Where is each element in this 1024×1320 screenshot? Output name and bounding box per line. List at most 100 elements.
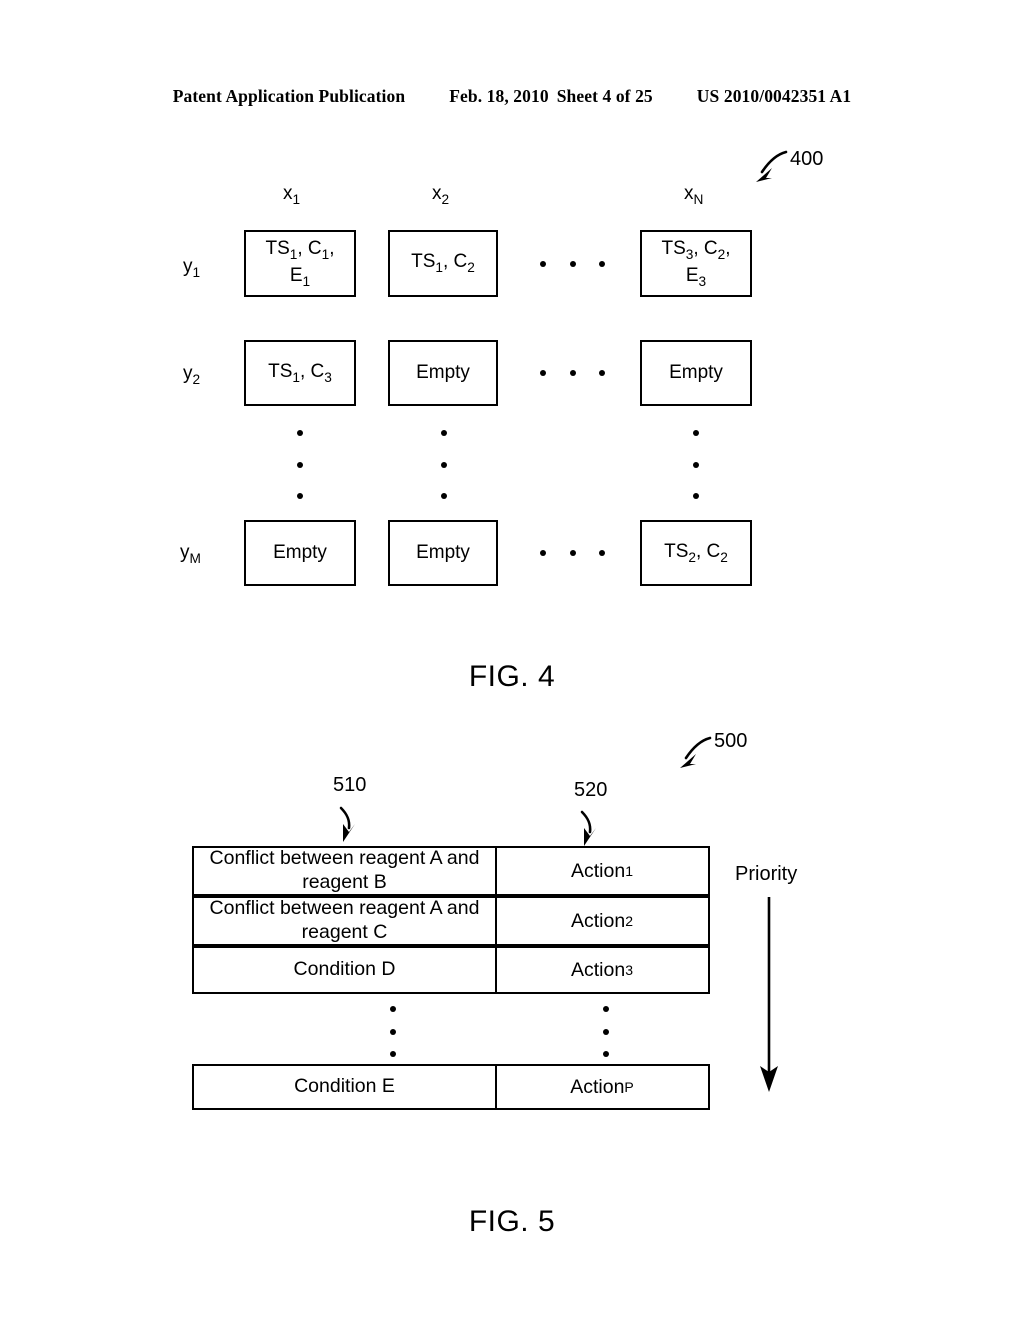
cell-text: TS (411, 251, 436, 273)
figure5-condition-cell-1: Conflict between reagent A and reagent B (194, 847, 497, 894)
figure5-action-cell-1: Action 1 (497, 848, 707, 894)
figure4-ellipsis-dot (570, 261, 576, 267)
figure5-condition-cell-2: Conflict between reagent A and reagent C (194, 897, 497, 944)
figure4-column-label-x1: x1 (283, 183, 300, 207)
figure4-vertical-ellipsis-dot (441, 493, 447, 499)
figure4-ellipsis-dot (540, 261, 546, 267)
action-sub: 3 (625, 962, 633, 978)
figure5-priority-arrow (760, 897, 778, 1092)
patent-number: US 2010/0042351 A1 (696, 86, 852, 106)
figure4-ellipsis-dot (599, 261, 605, 267)
figure4-cell-y1-xn: TS3, C2, E3 (640, 230, 752, 297)
action-label: Action (570, 958, 626, 981)
figure4-ellipsis-dot (570, 370, 576, 376)
figure4-cell-ym-x2-label: Empty (416, 541, 470, 563)
figure5-table-row-last: Condition E Action P (192, 1064, 710, 1110)
cell-text: , C (696, 540, 721, 562)
cell-text: TS (661, 238, 686, 260)
row-y2-base: y (183, 363, 193, 384)
publication-title: Patent Application Publication (172, 86, 406, 106)
cell-text: E (685, 264, 699, 286)
action-label: Action (570, 909, 626, 932)
figure5-table-row-2: Conflict between reagent A and reagent C… (192, 896, 710, 946)
figure5-vertical-ellipsis-dot (390, 1029, 396, 1035)
figure5-reference-number: 500 (714, 730, 748, 752)
col-xn-sub: N (693, 191, 704, 207)
figure4-cell-y1-xn-content: TS3, C2, E3 (661, 237, 730, 290)
sheet-number: Sheet 4 of 25 (556, 86, 653, 106)
figure4-ellipsis-dot (570, 550, 576, 556)
cell-sub: 2 (720, 549, 728, 565)
figure4-cell-y2-xn: Empty (640, 340, 752, 406)
cell-text: , (329, 238, 335, 260)
figure5-caption: FIG. 5 (468, 1205, 556, 1238)
figure4-vertical-ellipsis-dot (693, 493, 699, 499)
page-header: Patent Application Publication Feb. 18, … (0, 86, 1024, 107)
figure5-table-row-1: Conflict between reagent A and reagent B… (192, 846, 710, 896)
figure5-vertical-ellipsis-dot (603, 1051, 609, 1057)
figure4-row-label-ym: yM (180, 542, 201, 566)
cell-text: E (289, 264, 303, 286)
action-label: Action (570, 1075, 625, 1098)
cell-sub: 1 (302, 273, 311, 289)
figure5-action-column-leader-arrow (580, 810, 596, 846)
figure4-vertical-ellipsis-dot (693, 430, 699, 436)
cell-text: TS (268, 360, 293, 382)
figure4-cell-ym-x1: Empty (244, 520, 356, 586)
col-x1-base: x (283, 183, 293, 204)
figure5-action-cell-3: Action 3 (497, 948, 707, 992)
row-y1-base: y (183, 256, 193, 277)
col-x2-base: x (432, 183, 442, 204)
figure4-column-label-x2: x2 (432, 183, 449, 207)
figure4-ellipsis-dot (540, 550, 546, 556)
figure5-vertical-ellipsis-dot (603, 1029, 609, 1035)
cell-text: , C (443, 251, 468, 273)
figure4-row-label-y1: y1 (183, 256, 200, 280)
action-label: Action (570, 859, 626, 882)
cell-sub: 3 (698, 273, 707, 289)
cell-text: , C (300, 360, 325, 382)
cell-sub: 2 (688, 549, 696, 565)
figure5-condition-cell-3: Condition D (194, 948, 497, 992)
figure4-ellipsis-dot (599, 550, 605, 556)
figure4-row-label-y2: y2 (183, 363, 200, 387)
figure4-ellipsis-dot (599, 370, 605, 376)
figure5-vertical-ellipsis-dot (603, 1006, 609, 1012)
figure5-action-cell-2: Action 2 (497, 898, 707, 944)
figure4-vertical-ellipsis-dot (297, 493, 303, 499)
figure4-vertical-ellipsis-dot (693, 462, 699, 468)
figure4-vertical-ellipsis-dot (441, 430, 447, 436)
figure4-cell-ym-x1-label: Empty (273, 541, 327, 563)
row-y2-sub: 2 (192, 371, 201, 387)
row-y1-sub: 1 (192, 264, 201, 280)
col-xn-base: x (684, 183, 694, 204)
cell-text: , (725, 238, 731, 260)
figure5-condition-column-leader-arrow (339, 806, 355, 842)
figure4-cell-ym-xn: TS2, C2 (640, 520, 752, 586)
cell-sub: 3 (324, 369, 332, 385)
figure4-vertical-ellipsis-dot (297, 462, 303, 468)
figure5-table-row-3: Condition D Action 3 (192, 946, 710, 994)
figure4-vertical-ellipsis-dot (297, 430, 303, 436)
figure5-action-column-reference: 520 (574, 779, 608, 801)
publication-date: Feb. 18, 2010 (449, 86, 549, 106)
cell-text: , C (297, 238, 322, 260)
figure5-condition-column-reference: 510 (333, 774, 367, 796)
figure4-cell-y2-x1-content: TS1, C3 (268, 360, 332, 386)
action-sub: P (624, 1079, 634, 1095)
figure5-vertical-ellipsis-dot (390, 1051, 396, 1057)
cell-text: , C (693, 238, 718, 260)
col-x1-sub: 1 (292, 191, 301, 207)
figure4-cell-ym-xn-content: TS2, C2 (664, 540, 728, 566)
figure4-cell-y2-x2: Empty (388, 340, 498, 406)
figure4-vertical-ellipsis-dot (441, 462, 447, 468)
cell-sub: 2 (467, 260, 475, 276)
figure4-cell-y1-x2-content: TS1, C2 (411, 250, 475, 276)
figure4-cell-y1-x1-content: TS1, C1, E1 (265, 237, 334, 290)
figure5-vertical-ellipsis-dot (390, 1006, 396, 1012)
figure5-leader-arrow (680, 736, 712, 768)
cell-text: TS (664, 540, 689, 562)
cell-text: TS (265, 238, 290, 260)
figure4-caption: FIG. 4 (468, 660, 556, 693)
figure4-cell-y2-x2-label: Empty (416, 361, 470, 383)
